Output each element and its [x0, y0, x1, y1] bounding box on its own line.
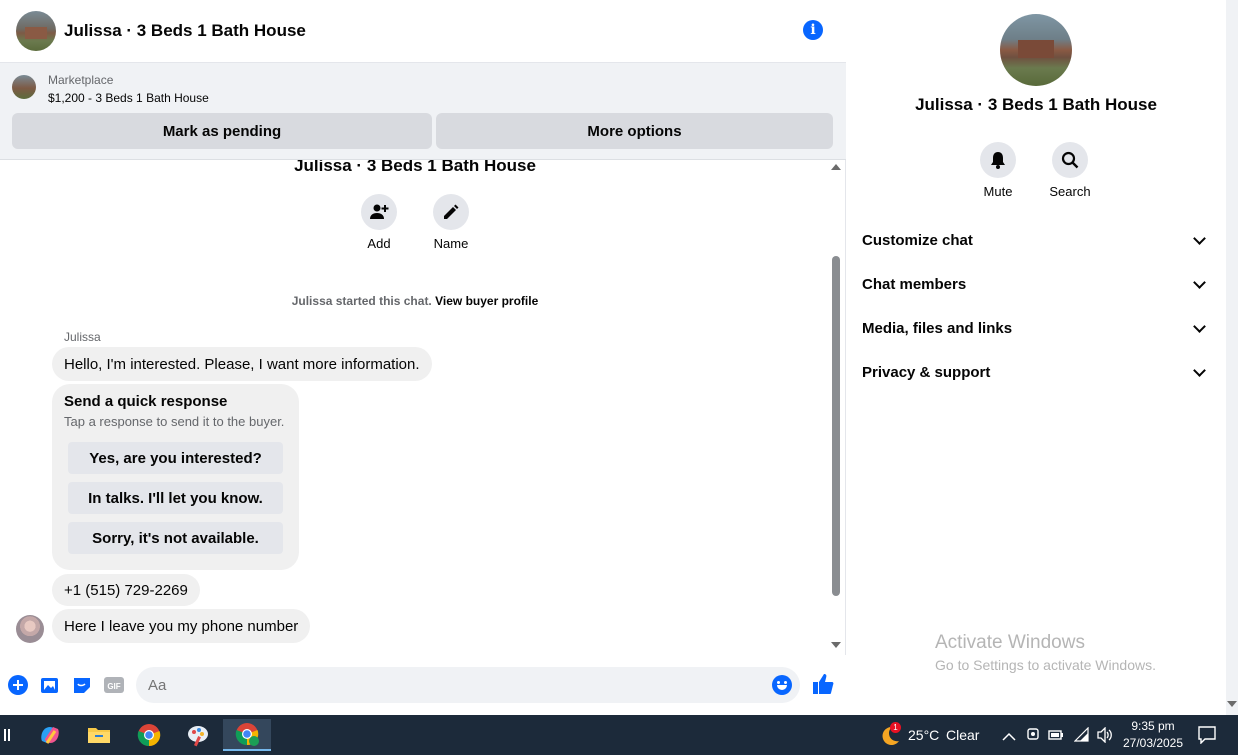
- scrollbar-thumb[interactable]: [832, 256, 840, 596]
- temperature[interactable]: 25°C: [908, 727, 939, 743]
- chevron-down-icon: [1193, 231, 1206, 245]
- scroll-down-arrow-icon[interactable]: [831, 642, 841, 648]
- quick-response-subtitle: Tap a response to send it to the buyer.: [64, 414, 285, 429]
- sender-name: Julissa: [64, 330, 101, 344]
- quick-response-title: Send a quick response: [64, 393, 228, 410]
- wifi-icon[interactable]: [1073, 726, 1090, 748]
- plus-icon[interactable]: [8, 675, 28, 695]
- add-person-button[interactable]: Add: [349, 194, 409, 251]
- battery-icon[interactable]: [1048, 728, 1064, 747]
- name-label: Name: [433, 236, 469, 251]
- chrome-profile-icon[interactable]: [223, 719, 271, 751]
- notifications-icon[interactable]: [1198, 726, 1216, 749]
- chat-header: Julissa · 3 Beds 1 Bath House i: [0, 0, 846, 63]
- chat-title[interactable]: Julissa · 3 Beds 1 Bath House: [64, 21, 306, 41]
- search-button[interactable]: Search: [1040, 142, 1100, 199]
- started-text: Julissa started this chat.: [291, 294, 432, 308]
- chevron-down-icon: [1193, 319, 1206, 333]
- emoji-icon[interactable]: [772, 675, 792, 695]
- task-view-icon[interactable]: [0, 719, 14, 751]
- weather-badge: 1: [890, 722, 901, 733]
- section-media-files-links[interactable]: Media, files and links: [862, 306, 1210, 350]
- chat-started-notice: Julissa started this chat. View buyer pr…: [0, 294, 830, 308]
- message-input[interactable]: [148, 675, 748, 695]
- panel-avatar[interactable]: [1000, 14, 1072, 86]
- name-button[interactable]: Name: [421, 194, 481, 251]
- view-buyer-profile-link[interactable]: View buyer profile: [435, 294, 538, 308]
- conversation-title: Julissa · 3 Beds 1 Bath House: [294, 160, 536, 175]
- quick-response-card: Send a quick response Tap a response to …: [52, 384, 299, 570]
- chevron-down-icon: [1193, 363, 1206, 377]
- quick-response-option[interactable]: In talks. I'll let you know.: [68, 482, 283, 514]
- marketplace-bar: Marketplace $1,200 - 3 Beds 1 Bath House…: [0, 63, 846, 160]
- mute-button[interactable]: Mute: [968, 142, 1028, 199]
- message-input-wrapper: [136, 667, 800, 703]
- quick-response-option[interactable]: Yes, are you interested?: [68, 442, 283, 474]
- panel-title: Julissa · 3 Beds 1 Bath House: [915, 95, 1157, 114]
- file-explorer-icon[interactable]: [79, 719, 119, 751]
- section-label: Customize chat: [862, 231, 973, 249]
- sender-avatar[interactable]: [16, 615, 44, 643]
- page-scrollbar[interactable]: [1226, 0, 1238, 715]
- chrome-icon[interactable]: [129, 719, 169, 751]
- chevron-up-icon[interactable]: [1002, 729, 1016, 747]
- pencil-icon: [433, 194, 469, 230]
- message-bubble[interactable]: +1 (515) 729-2269: [52, 574, 200, 606]
- clock-time: 9:35 pm: [1131, 719, 1175, 733]
- weather-condition[interactable]: Clear: [946, 727, 979, 743]
- search-icon: [1052, 142, 1088, 178]
- bell-icon: [980, 142, 1016, 178]
- scroll-up-arrow-icon[interactable]: [831, 164, 841, 170]
- section-privacy-support[interactable]: Privacy & support: [862, 350, 1210, 394]
- listing-title[interactable]: $1,200 - 3 Beds 1 Bath House: [48, 91, 209, 105]
- thumbs-up-icon[interactable]: [812, 673, 834, 694]
- scroll-down-arrow-icon[interactable]: [1227, 701, 1237, 707]
- section-customize-chat[interactable]: Customize chat: [862, 218, 1210, 262]
- add-label: Add: [367, 236, 391, 251]
- activate-windows-subtitle: Go to Settings to activate Windows.: [935, 657, 1156, 673]
- message-bubble[interactable]: Here I leave you my phone number: [52, 609, 311, 643]
- more-options-button[interactable]: More options: [436, 113, 833, 149]
- section-label: Privacy & support: [862, 363, 991, 381]
- windows-taskbar: 1 25°C Clear 9:35 pm 27/03/2025: [0, 715, 1238, 755]
- photo-icon[interactable]: [40, 675, 60, 695]
- chat-avatar[interactable]: [16, 11, 56, 51]
- mute-label: Mute: [983, 184, 1013, 199]
- paint-icon[interactable]: [178, 719, 218, 751]
- info-icon[interactable]: i: [803, 20, 823, 40]
- details-panel: Julissa · 3 Beds 1 Bath House Mute Searc…: [846, 0, 1226, 715]
- message-list: Julissa · 3 Beds 1 Bath House Add Name J…: [0, 160, 830, 655]
- activate-windows-title: Activate Windows: [935, 632, 1085, 653]
- marketplace-label: Marketplace: [48, 73, 114, 87]
- quick-response-option[interactable]: Sorry, it's not available.: [68, 522, 283, 554]
- section-label: Media, files and links: [862, 319, 1013, 337]
- weather-icon[interactable]: 1: [876, 722, 902, 749]
- copilot-icon[interactable]: [30, 719, 70, 751]
- svg-text:GIF: GIF: [107, 682, 120, 691]
- chat-window: Julissa · 3 Beds 1 Bath House i Marketpl…: [0, 0, 846, 715]
- message-composer: GIF: [0, 655, 846, 715]
- section-chat-members[interactable]: Chat members: [862, 262, 1210, 306]
- clock-date: 27/03/2025: [1122, 736, 1184, 750]
- chevron-down-icon: [1193, 275, 1206, 289]
- listing-thumbnail[interactable]: [12, 75, 36, 99]
- message-scrollbar[interactable]: [830, 160, 842, 655]
- message-bubble[interactable]: Hello, I'm interested. Please, I want mo…: [52, 347, 432, 381]
- add-person-icon: [361, 194, 397, 230]
- clock[interactable]: 9:35 pm 27/03/2025: [1118, 718, 1188, 752]
- mark-as-pending-button[interactable]: Mark as pending: [12, 113, 432, 149]
- gif-icon[interactable]: GIF: [104, 675, 124, 695]
- section-label: Chat members: [862, 275, 967, 293]
- meet-now-icon[interactable]: [1026, 727, 1040, 748]
- search-label: Search: [1049, 184, 1091, 199]
- volume-icon[interactable]: [1096, 726, 1114, 748]
- sticker-icon[interactable]: [72, 675, 92, 695]
